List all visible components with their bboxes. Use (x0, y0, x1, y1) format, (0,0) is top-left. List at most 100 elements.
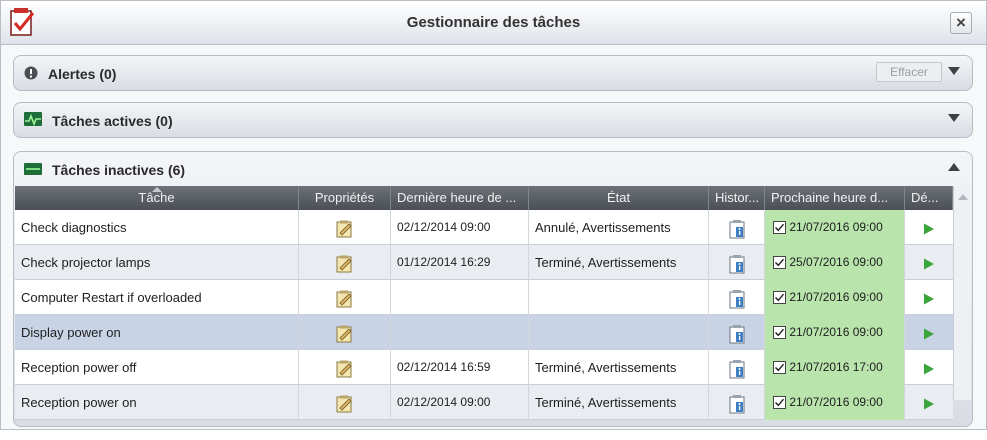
history-icon[interactable] (728, 359, 746, 379)
table-row[interactable]: Display power on 21/07/2016 09:00 (15, 315, 953, 350)
properties-cell[interactable] (299, 350, 391, 385)
next-run-label: 21/07/2016 09:00 (789, 220, 883, 234)
start-cell[interactable] (905, 245, 953, 280)
history-cell[interactable] (709, 350, 765, 385)
history-icon[interactable] (728, 394, 746, 414)
play-icon[interactable] (923, 325, 935, 340)
chevron-down-icon[interactable] (948, 114, 960, 122)
checkbox-icon[interactable] (773, 395, 786, 410)
column-header-properties[interactable]: Propriétés (299, 186, 391, 210)
state-cell: Terminé, Avertissements (529, 350, 709, 385)
history-icon[interactable] (728, 254, 746, 274)
play-icon[interactable] (923, 360, 935, 375)
history-icon[interactable] (728, 324, 746, 344)
next-run-label: 21/07/2016 09:00 (789, 395, 883, 409)
play-icon[interactable] (923, 220, 935, 235)
next-run-cell: 25/07/2016 09:00 (765, 245, 905, 280)
chevron-up-icon[interactable] (948, 163, 960, 171)
properties-icon[interactable] (336, 255, 354, 273)
checkbox-icon[interactable] (773, 290, 786, 305)
table-row[interactable]: Reception power on 02/12/2014 09:00 Termin… (15, 385, 953, 420)
task-name-cell: Reception power off (15, 350, 299, 385)
column-header-next-run[interactable]: Prochaine heure d... (765, 186, 905, 210)
history-cell[interactable] (709, 315, 765, 350)
clear-alerts-button[interactable]: Effacer (876, 62, 942, 82)
next-run-cell: 21/07/2016 09:00 (765, 280, 905, 315)
inactive-tasks-section: Tâches inactives (6) Tâche Propriétés De… (13, 151, 973, 427)
table-row[interactable]: Check projector lamps 01/12/2014 16:29 Ter… (15, 245, 953, 280)
window-title: Gestionnaire des tâches (406, 14, 581, 31)
history-cell[interactable] (709, 210, 765, 245)
active-tasks-section: Tâches actives (0) (13, 102, 973, 138)
checkbox-icon[interactable] (773, 255, 786, 270)
task-name-cell: Check diagnostics (15, 210, 299, 245)
alerts-title: Alertes (0) (48, 66, 117, 82)
properties-cell[interactable] (299, 245, 391, 280)
task-name-cell: Check projector lamps (15, 245, 299, 280)
properties-icon[interactable] (336, 395, 354, 413)
next-run-label: 21/07/2016 17:00 (789, 360, 883, 374)
next-run-cell: 21/07/2016 17:00 (765, 350, 905, 385)
properties-icon[interactable] (336, 290, 354, 308)
chevron-down-icon[interactable] (948, 67, 960, 75)
inactive-tasks-title: Tâches inactives (6) (52, 162, 186, 178)
start-cell[interactable] (905, 280, 953, 315)
task-name-cell: Reception power on (15, 385, 299, 420)
column-header-history[interactable]: Histor... (709, 186, 765, 210)
checkbox-icon[interactable] (773, 220, 786, 235)
active-tasks-header[interactable]: Tâches actives (0) (14, 103, 972, 137)
table-row[interactable]: Check diagnostics 02/12/2014 09:00 Annulé,… (15, 210, 953, 245)
last-run-cell: 02/12/2014 09:00 (391, 385, 529, 420)
start-cell[interactable] (905, 350, 953, 385)
title-bar: Gestionnaire des tâches × (1, 1, 986, 45)
column-header-task[interactable]: Tâche (15, 186, 299, 210)
next-run-label: 25/07/2016 09:00 (789, 255, 883, 269)
history-icon[interactable] (728, 289, 746, 309)
inactive-tasks-header[interactable]: Tâches inactives (6) (14, 152, 972, 186)
properties-icon[interactable] (336, 220, 354, 238)
properties-cell[interactable] (299, 385, 391, 420)
next-run-label: 21/07/2016 09:00 (789, 290, 883, 304)
play-icon[interactable] (923, 290, 935, 305)
column-header-state[interactable]: État (529, 186, 709, 210)
properties-icon[interactable] (336, 325, 354, 343)
checkbox-icon[interactable] (773, 360, 786, 375)
last-run-cell: 02/12/2014 16:59 (391, 350, 529, 385)
alerts-header[interactable]: Alertes (0) Effacer (14, 56, 972, 90)
start-cell[interactable] (905, 315, 953, 350)
history-icon[interactable] (728, 219, 746, 239)
next-run-cell: 21/07/2016 09:00 (765, 315, 905, 350)
next-run-cell: 21/07/2016 09:00 (765, 210, 905, 245)
vertical-scrollbar[interactable] (953, 186, 971, 400)
checkbox-icon[interactable] (773, 325, 786, 340)
inactive-tasks-icon (24, 162, 42, 180)
start-cell[interactable] (905, 210, 953, 245)
table-row[interactable]: Reception power off 02/12/2014 16:59 Termi… (15, 350, 953, 385)
history-cell[interactable] (709, 385, 765, 420)
task-name-cell: Display power on (15, 315, 299, 350)
properties-icon[interactable] (336, 360, 354, 378)
next-run-label: 21/07/2016 09:00 (789, 325, 883, 339)
state-cell (529, 280, 709, 315)
play-icon[interactable] (923, 255, 935, 270)
table-header: Tâche Propriétés Dernière heure de ... É… (15, 186, 971, 210)
column-header-last-run[interactable]: Dernière heure de ... (391, 186, 529, 210)
properties-cell[interactable] (299, 210, 391, 245)
scroll-up-icon[interactable] (958, 194, 968, 200)
last-run-cell: 02/12/2014 09:00 (391, 210, 529, 245)
close-button[interactable]: × (950, 12, 972, 34)
history-cell[interactable] (709, 245, 765, 280)
properties-cell[interactable] (299, 280, 391, 315)
history-cell[interactable] (709, 280, 765, 315)
state-cell: Annulé, Avertissements (529, 210, 709, 245)
start-cell[interactable] (905, 385, 953, 420)
properties-cell[interactable] (299, 315, 391, 350)
sort-arrow-icon (152, 187, 162, 192)
active-tasks-title: Tâches actives (0) (52, 113, 173, 129)
table-row[interactable]: Computer Restart if overloaded 21/07/201… (15, 280, 953, 315)
play-icon[interactable] (923, 395, 935, 410)
last-run-cell: 01/12/2014 16:29 (391, 245, 529, 280)
page-footer-text (0, 429, 987, 440)
last-run-cell (391, 315, 529, 350)
column-header-start[interactable]: Dé... (905, 186, 953, 210)
